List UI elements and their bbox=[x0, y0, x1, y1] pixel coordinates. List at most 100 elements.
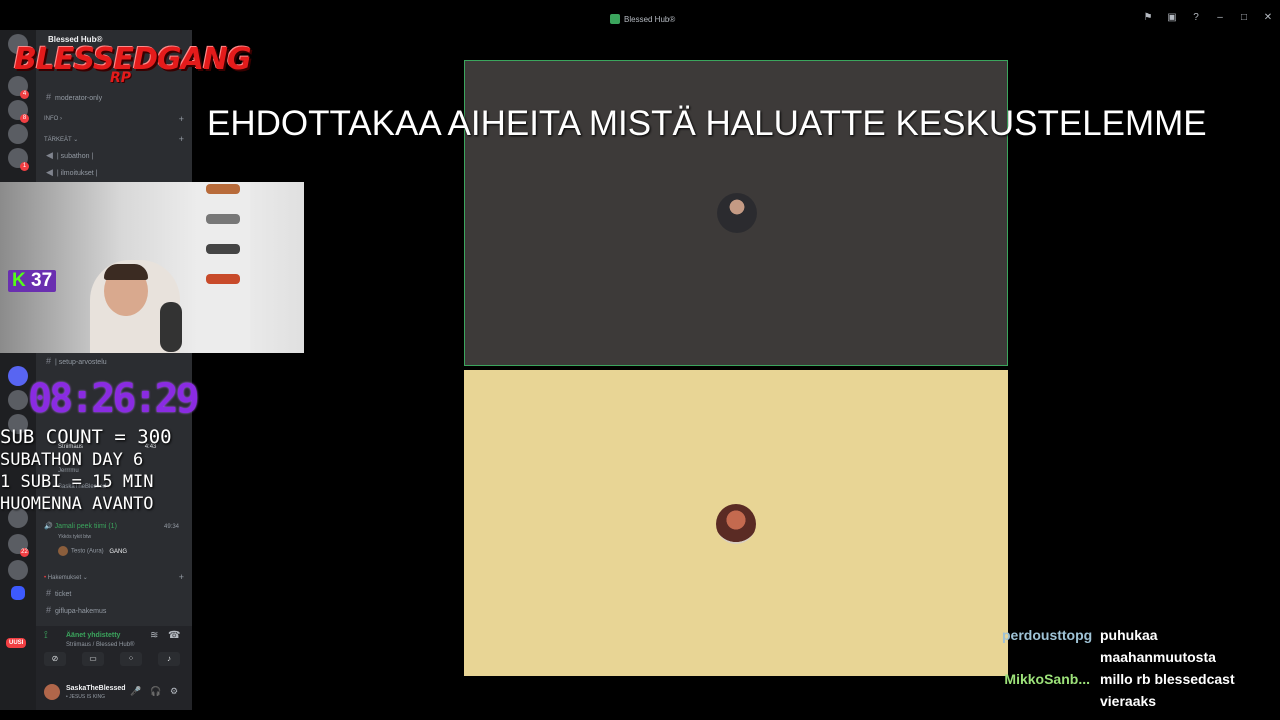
microphone-icon[interactable]: 🎤 bbox=[130, 686, 141, 697]
noise-suppression-icon[interactable]: ≋ bbox=[150, 630, 158, 641]
chat-line: vieraaks bbox=[1100, 693, 1157, 709]
webcam-feed: K 37 bbox=[0, 182, 304, 353]
category-hakemukset[interactable]: • Hakemukset ⌄ bbox=[44, 574, 88, 581]
chat-line: puhukaa bbox=[1100, 627, 1158, 643]
hash-icon: # bbox=[46, 588, 52, 598]
app-logo-icon bbox=[610, 14, 620, 24]
user-name[interactable]: SaskaTheBlessed bbox=[66, 685, 126, 692]
close-icon[interactable]: ✕ bbox=[1262, 12, 1274, 23]
voice-member[interactable]: Testo (Aura) GANG bbox=[58, 546, 127, 556]
chat-line: maahanmuutosta bbox=[1100, 649, 1216, 665]
headphones-icon[interactable]: 🎧 bbox=[150, 686, 161, 697]
category-label: Hakemukset bbox=[47, 575, 82, 581]
megaphone-icon: ◀ bbox=[46, 150, 53, 160]
subathon-day: SUBATHON DAY 6 bbox=[0, 450, 144, 470]
voice-member-name: Testo (Aura) bbox=[71, 548, 104, 555]
channel-label: | setup-arvostelu bbox=[55, 359, 107, 366]
camera-off-button[interactable]: ⊘ bbox=[44, 652, 66, 666]
chat-message: MikkoSanb... millo rb blessedcast vieraa… bbox=[1002, 668, 1272, 712]
voice-channel-timer: 49:34 bbox=[164, 524, 180, 530]
server-rail: 4 8 1 22 UUSI bbox=[0, 30, 36, 710]
voice-status[interactable]: Äänet yhdistetty bbox=[66, 632, 120, 639]
dot-icon: • bbox=[44, 575, 47, 581]
subathon-timer: 08:26:29 bbox=[28, 376, 200, 422]
activities-button[interactable]: ⁘ bbox=[120, 652, 142, 666]
avatar[interactable] bbox=[44, 684, 60, 700]
chat-text: puhukaa maahanmuutosta bbox=[1100, 624, 1272, 668]
stream-logo: BLESSEDGANG RP bbox=[8, 36, 252, 96]
soundboard-button[interactable]: ♪ bbox=[158, 652, 180, 666]
add-channel-icon[interactable]: + bbox=[179, 114, 184, 124]
channel-subathon[interactable]: ◀ | subathon | bbox=[46, 150, 93, 161]
screen-share-button[interactable]: ▭ bbox=[82, 652, 104, 666]
channel-label: | ilmoitukset | bbox=[56, 170, 98, 177]
category-label: INFO bbox=[44, 116, 59, 122]
user-panel: SaskaTheBlessed • JESUS IS KING 🎤 🎧 ⚙ bbox=[36, 676, 192, 710]
new-badge: UUSI bbox=[6, 638, 27, 648]
minimize-icon[interactable]: – bbox=[1214, 12, 1226, 23]
channel-label: giflupa-hakemus bbox=[55, 608, 107, 615]
chat-overlay: perdousttopg puhukaa maahanmuutosta Mikk… bbox=[1002, 624, 1272, 712]
channel-ilmoitukset[interactable]: ◀ | ilmoitukset | bbox=[46, 167, 98, 178]
discord-icon[interactable] bbox=[8, 366, 28, 386]
member-tag: GANG bbox=[109, 548, 128, 555]
shoe bbox=[206, 244, 240, 254]
voice-channel-label: Jamali peek tiimi (1) bbox=[54, 523, 117, 530]
chat-username: perdousttopg bbox=[1002, 627, 1093, 643]
logo-subtext: RP bbox=[110, 70, 132, 86]
shoe bbox=[206, 214, 240, 224]
category-info[interactable]: INFO › bbox=[44, 116, 62, 122]
sub-count: SUB COUNT = 300 bbox=[0, 426, 172, 448]
voice-location: Striimaus / Blessed Hub® bbox=[66, 642, 135, 648]
channel-label: moderator-only bbox=[55, 95, 103, 102]
stream-headline: EHDOTTAKAA AIHEITA MISTÄ HALUATTE KESKUS… bbox=[207, 104, 1207, 143]
logo-text: BLESSEDGANG bbox=[14, 42, 252, 77]
chat-line: millo rb blessedcast bbox=[1100, 671, 1235, 687]
voice-channel-jamali[interactable]: 🔊 Jamali peek tiimi (1) bbox=[44, 522, 117, 530]
voice-status-text: Ykkös tykit btw bbox=[58, 534, 92, 540]
notification-badge: 8 bbox=[20, 114, 29, 123]
voice-connection-panel: ⟟ Äänet yhdistetty Striimaus / Blessed H… bbox=[36, 626, 192, 676]
channel-setup-arvostelu[interactable]: # | setup-arvostelu bbox=[46, 356, 107, 366]
shoe-shelf bbox=[200, 182, 250, 353]
channel-label: ticket bbox=[55, 591, 72, 598]
hash-icon: # bbox=[46, 356, 52, 366]
category-label: TÄRKEÄT bbox=[44, 137, 72, 143]
sub-rate: 1 SUBI = 15 MIN bbox=[0, 472, 154, 492]
settings-icon[interactable]: ⚙ bbox=[170, 686, 178, 697]
shoe bbox=[206, 184, 240, 194]
avatar bbox=[58, 546, 68, 556]
window-controls: ⚑ ▣ ? – □ ✕ bbox=[1142, 12, 1274, 23]
window-titlebar: Blessed Hub® ⚑ ▣ ? – □ ✕ bbox=[0, 0, 1280, 40]
channel-giflupa-hakemus[interactable]: # giflupa-hakemus bbox=[46, 605, 106, 615]
server-icon[interactable] bbox=[8, 390, 28, 410]
help-icon[interactable]: ? bbox=[1190, 12, 1202, 23]
add-channel-icon[interactable]: + bbox=[179, 572, 184, 582]
folder-icon[interactable] bbox=[11, 586, 25, 600]
chat-message: perdousttopg puhukaa maahanmuutosta bbox=[1002, 624, 1272, 668]
shoe bbox=[206, 274, 240, 284]
tomorrow-note: HUOMENNA AVANTO bbox=[0, 494, 154, 514]
channel-sidebar: Blessed Hub® # moderator-only INFO › + TÄ… bbox=[36, 30, 192, 710]
disconnect-icon[interactable]: ☎ bbox=[168, 630, 180, 641]
notification-badge: 22 bbox=[20, 548, 29, 557]
channel-ticket[interactable]: # ticket bbox=[46, 588, 71, 598]
microphone bbox=[160, 302, 182, 352]
maximize-icon[interactable]: □ bbox=[1238, 12, 1250, 23]
kick-viewer-badge: K 37 bbox=[8, 270, 57, 292]
app-title-text: Blessed Hub® bbox=[624, 14, 676, 24]
streamer-hair bbox=[104, 264, 148, 280]
kick-logo-icon: K bbox=[12, 270, 26, 291]
video-tile[interactable] bbox=[464, 370, 1008, 676]
screen-icon[interactable]: ▣ bbox=[1166, 12, 1178, 23]
flag-icon[interactable]: ⚑ bbox=[1142, 12, 1154, 23]
server-icon[interactable] bbox=[8, 124, 28, 144]
viewer-count: 37 bbox=[31, 270, 53, 291]
server-icon[interactable] bbox=[8, 560, 28, 580]
add-channel-icon[interactable]: + bbox=[179, 134, 184, 144]
category-tarkeat[interactable]: TÄRKEÄT ⌄ bbox=[44, 136, 78, 143]
chat-username: MikkoSanb... bbox=[1004, 671, 1090, 687]
chat-text: millo rb blessedcast vieraaks bbox=[1100, 668, 1272, 712]
hash-icon: # bbox=[46, 605, 52, 615]
signal-icon: ⟟ bbox=[44, 630, 48, 641]
